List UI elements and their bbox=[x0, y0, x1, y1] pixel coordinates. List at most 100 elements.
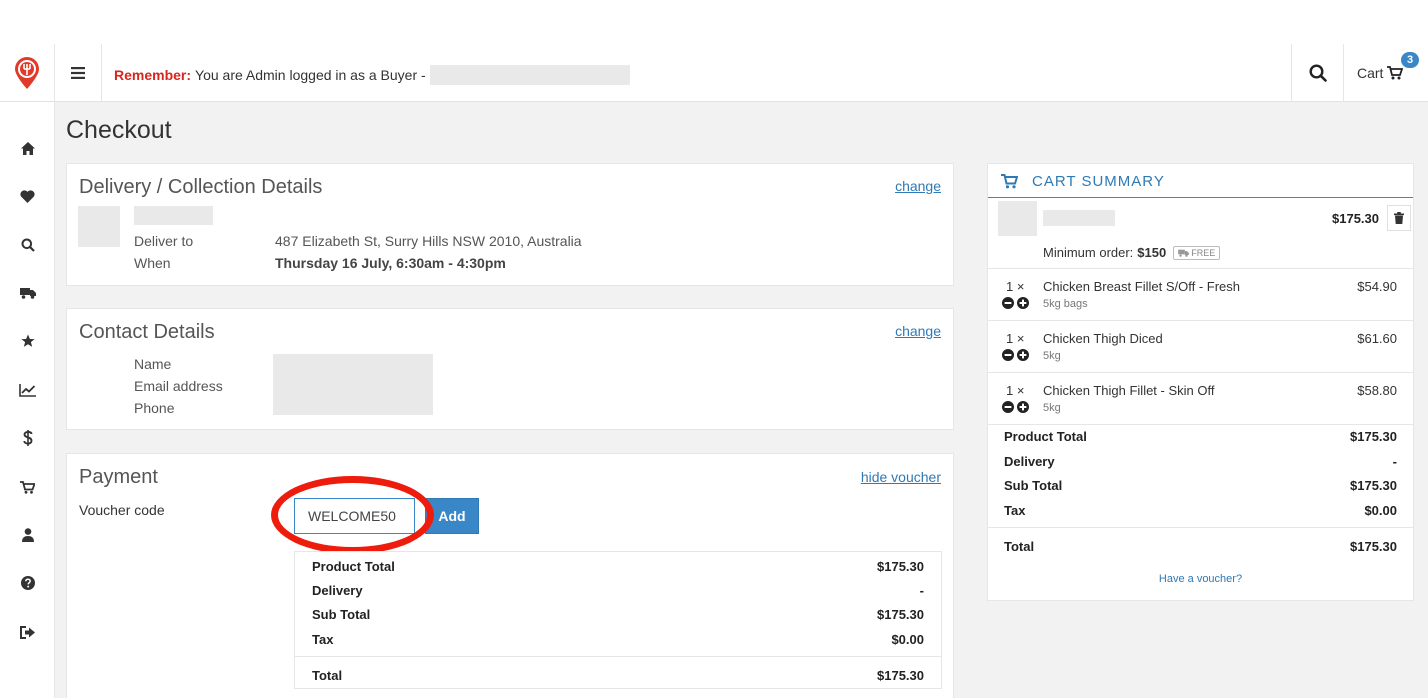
voucher-code-input[interactable] bbox=[294, 498, 415, 534]
redacted-supplier-name bbox=[134, 206, 213, 225]
sidebar-item-logout[interactable] bbox=[0, 617, 55, 647]
supplier-subtotal: $175.30 bbox=[1332, 211, 1379, 226]
star-icon bbox=[20, 334, 35, 347]
header-cart-button[interactable]: Cart 3 bbox=[1343, 44, 1428, 102]
payment-delivery-value: - bbox=[919, 583, 924, 598]
sidebar-nav bbox=[0, 102, 55, 698]
delivery-panel-title: Delivery / Collection Details bbox=[79, 176, 323, 198]
item-pack-size: 5kg bbox=[1043, 402, 1061, 414]
page-title: Checkout bbox=[66, 116, 172, 144]
item-quantity: 1 × bbox=[1006, 331, 1025, 346]
minus-circle-icon[interactable] bbox=[1002, 349, 1014, 361]
payment-total-value: $175.30 bbox=[877, 668, 924, 683]
item-name: Chicken Breast Fillet S/Off - Fresh bbox=[1043, 279, 1240, 294]
add-voucher-button[interactable]: Add bbox=[425, 498, 479, 534]
item-name: Chicken Thigh Diced bbox=[1043, 331, 1163, 346]
delivery-change-link[interactable]: change bbox=[895, 178, 941, 194]
sidebar-item-help[interactable] bbox=[0, 568, 55, 598]
cart-summary-title-underline bbox=[988, 197, 1413, 198]
deliver-to-label: Deliver to bbox=[134, 233, 194, 249]
cart-item-row: 1 × Chicken Thigh Fillet - Skin Off 5kg … bbox=[988, 372, 1413, 424]
logout-icon bbox=[20, 625, 35, 639]
truck-icon bbox=[19, 288, 36, 299]
header-search-button[interactable] bbox=[1291, 44, 1343, 102]
cart-icon bbox=[1387, 66, 1404, 80]
cart-summary-panel: CART SUMMARY $175.30 Minimum order: $150… bbox=[987, 163, 1414, 601]
delivery-panel: Delivery / Collection Details change Del… bbox=[66, 163, 954, 286]
sidebar-item-account[interactable] bbox=[0, 520, 55, 550]
when-label: When bbox=[134, 255, 171, 271]
summary-product-total-value: $175.30 bbox=[1350, 429, 1397, 444]
contact-panel: Contact Details change Name Email addres… bbox=[66, 308, 954, 430]
home-icon bbox=[20, 141, 35, 155]
supplier-logo-placeholder bbox=[998, 201, 1037, 236]
menu-toggle-button[interactable] bbox=[55, 44, 102, 102]
item-pack-size: 5kg bbox=[1043, 350, 1061, 362]
sidebar-item-starred[interactable] bbox=[0, 326, 55, 356]
cart-summary-title: CART SUMMARY bbox=[1032, 173, 1165, 190]
summary-total-divider bbox=[988, 527, 1413, 528]
deliver-to-value: 487 Elizabeth St, Surry Hills NSW 2010, … bbox=[275, 233, 582, 249]
minimum-order-value: $150 bbox=[1137, 245, 1167, 260]
cart-icon bbox=[1001, 174, 1018, 189]
summary-product-total-label: Product Total bbox=[1004, 429, 1087, 444]
logo[interactable] bbox=[0, 44, 55, 102]
plus-circle-icon[interactable] bbox=[1017, 297, 1029, 309]
when-value: Thursday 16 July, 6:30am - 4:30pm bbox=[275, 255, 506, 271]
sidebar-item-favourites[interactable] bbox=[0, 181, 55, 211]
heart-icon bbox=[20, 189, 35, 203]
phone-label: Phone bbox=[134, 400, 175, 416]
summary-delivery-label: Delivery bbox=[1004, 454, 1055, 469]
sidebar-item-reports[interactable] bbox=[0, 375, 55, 405]
remove-supplier-button[interactable] bbox=[1387, 205, 1411, 231]
redacted-contact-details bbox=[273, 354, 433, 415]
minimum-order-row: Minimum order: $150 FREE bbox=[1043, 245, 1221, 260]
email-label: Email address bbox=[134, 378, 223, 394]
payment-sub-total-label: Sub Total bbox=[312, 607, 371, 622]
redacted-supplier-name bbox=[1043, 210, 1115, 226]
item-price: $54.90 bbox=[1357, 279, 1397, 294]
app-header: Remember: You are Admin logged in as a B… bbox=[0, 44, 1428, 102]
sidebar-item-billing[interactable] bbox=[0, 423, 55, 453]
minus-circle-icon[interactable] bbox=[1002, 297, 1014, 309]
search-icon bbox=[1308, 64, 1327, 82]
payment-delivery-label: Delivery bbox=[312, 583, 363, 598]
user-icon bbox=[21, 528, 34, 542]
sidebar-item-deliveries[interactable] bbox=[0, 278, 55, 308]
cart-icon bbox=[20, 480, 35, 494]
help-icon bbox=[20, 576, 35, 590]
sidebar-item-search[interactable] bbox=[0, 230, 55, 260]
plus-circle-icon[interactable] bbox=[1017, 401, 1029, 413]
impersonation-notice: Remember: You are Admin logged in as a B… bbox=[114, 65, 630, 85]
name-label: Name bbox=[134, 356, 172, 372]
payment-panel-title: Payment bbox=[79, 466, 158, 488]
remember-label: Remember: bbox=[114, 67, 192, 83]
minus-circle-icon[interactable] bbox=[1002, 401, 1014, 413]
summary-tax-value: $0.00 bbox=[1364, 503, 1397, 518]
remember-text: You are Admin logged in as a Buyer - bbox=[195, 67, 426, 83]
summary-delivery-value: - bbox=[1392, 454, 1397, 469]
search-icon bbox=[21, 238, 35, 252]
payment-totals-box: Product Total $175.30 Delivery - Sub Tot… bbox=[294, 551, 942, 689]
payment-product-total-label: Product Total bbox=[312, 559, 395, 574]
cart-count-badge: 3 bbox=[1399, 50, 1421, 70]
item-price: $58.80 bbox=[1357, 383, 1397, 398]
plus-circle-icon[interactable] bbox=[1017, 349, 1029, 361]
payment-tax-label: Tax bbox=[312, 632, 334, 647]
summary-tax-label: Tax bbox=[1004, 503, 1026, 518]
payment-total-label: Total bbox=[312, 668, 343, 683]
item-price: $61.60 bbox=[1357, 331, 1397, 346]
hide-voucher-link[interactable]: hide voucher bbox=[861, 469, 941, 485]
truck-icon bbox=[1178, 249, 1190, 257]
supplier-logo-placeholder bbox=[78, 206, 120, 247]
sidebar-item-cart[interactable] bbox=[0, 472, 55, 502]
trash-icon bbox=[1394, 212, 1404, 224]
sidebar-item-home[interactable] bbox=[0, 133, 55, 163]
contact-change-link[interactable]: change bbox=[895, 323, 941, 339]
summary-divider bbox=[988, 424, 1413, 425]
summary-total-label: Total bbox=[1004, 539, 1035, 554]
have-voucher-link[interactable]: Have a voucher? bbox=[988, 573, 1413, 585]
top-spacer bbox=[0, 0, 1428, 44]
free-delivery-badge: FREE bbox=[1173, 245, 1221, 260]
item-pack-size: 5kg bags bbox=[1043, 298, 1088, 310]
